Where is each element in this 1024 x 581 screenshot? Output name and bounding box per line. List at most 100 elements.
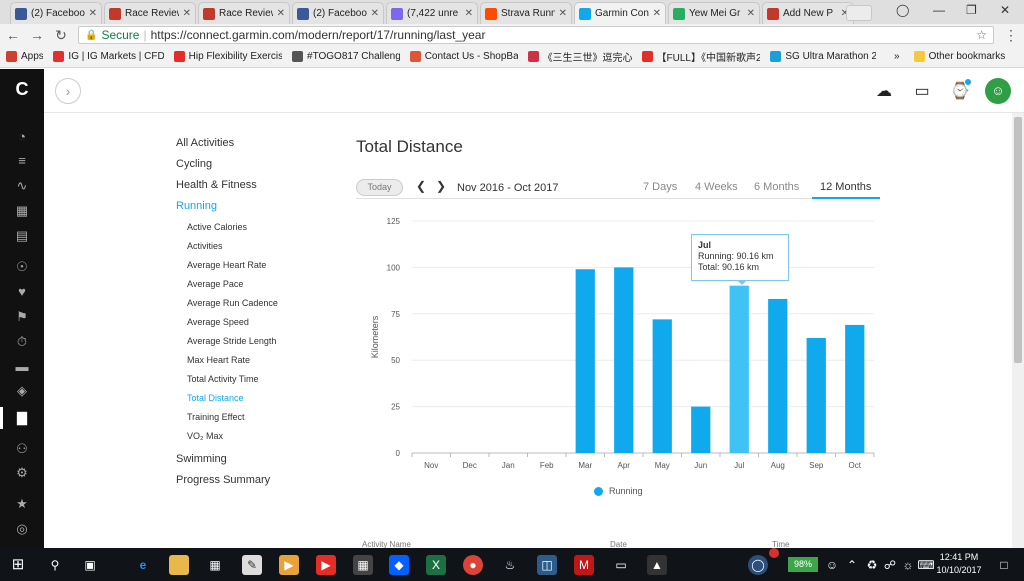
next-range-icon[interactable]: ❯ <box>436 179 446 193</box>
report-group-link[interactable]: All Activities <box>176 137 346 158</box>
report-group-link[interactable]: Running <box>176 200 346 221</box>
running-report-link[interactable]: Max Heart Rate <box>176 354 346 373</box>
back-icon[interactable]: ← <box>6 27 20 43</box>
close-tab-icon[interactable]: ✕ <box>465 8 473 19</box>
browser-tab[interactable]: (7,422 unre ✕ <box>386 2 478 24</box>
power-icon[interactable]: ☍ <box>880 555 900 575</box>
notepad-icon[interactable]: ✎ <box>242 555 262 575</box>
report-group-link[interactable]: Swimming <box>176 453 346 474</box>
media-player-icon[interactable]: ▶ <box>279 555 299 575</box>
close-tab-icon[interactable]: ✕ <box>747 8 755 19</box>
browser-tab[interactable]: Race Review ✕ <box>104 2 196 24</box>
runner-icon[interactable]: ⚑ <box>12 309 32 325</box>
bar[interactable] <box>729 285 749 453</box>
close-tab-icon[interactable]: ✕ <box>653 8 661 19</box>
layers-icon[interactable]: ≡ <box>12 153 32 169</box>
task-view-icon[interactable]: ▣ <box>80 555 100 575</box>
browser-tab[interactable]: Race Review ✕ <box>198 2 290 24</box>
keyboard-icon[interactable]: ⌨ <box>916 555 936 575</box>
browser-tab[interactable]: Strava Runn ✕ <box>480 2 572 24</box>
training-icon[interactable]: ☉ <box>12 259 32 275</box>
bookmark-item[interactable]: IG | IG Markets | CFD <box>53 49 164 64</box>
period-tab[interactable]: 6 Months <box>754 181 799 193</box>
bookmark-item[interactable]: 《三生三世》逗完心 <box>527 49 632 64</box>
scrollbar-thumb[interactable] <box>1014 117 1022 363</box>
dropbox-icon[interactable]: ◆ <box>389 555 409 575</box>
app-icon[interactable]: ◫ <box>537 555 557 575</box>
close-tab-icon[interactable]: ✕ <box>559 8 567 19</box>
bar[interactable] <box>768 298 788 453</box>
running-report-link[interactable]: Average Heart Rate <box>176 259 346 278</box>
column-time[interactable]: Time <box>772 540 789 548</box>
photos-icon[interactable]: ▲ <box>647 555 667 575</box>
bar[interactable] <box>575 269 595 453</box>
column-activity-name[interactable]: Activity Name <box>362 540 411 548</box>
wifi-icon[interactable]: ☼ <box>898 555 918 575</box>
running-report-link[interactable]: Average Pace <box>176 278 346 297</box>
garmin-logo-icon[interactable]: C <box>12 80 32 98</box>
period-tab[interactable]: 4 Weeks <box>695 181 738 193</box>
file-explorer-icon[interactable] <box>169 555 189 575</box>
browser-tab[interactable]: (2) Faceboo ✕ <box>10 2 102 24</box>
browser-tab[interactable]: Add New P ✕ <box>762 2 854 24</box>
groups-icon[interactable]: ⚙ <box>12 465 32 481</box>
url-input[interactable]: 🔒 Secure | https://connect.garmin.com/mo… <box>78 26 994 44</box>
page-scrollbar[interactable] <box>1012 113 1024 548</box>
bar[interactable] <box>652 319 672 453</box>
heart-icon[interactable]: ♥ <box>12 284 32 300</box>
browser-tab[interactable]: Garmin Con ✕ <box>574 2 666 24</box>
close-tab-icon[interactable]: ✕ <box>183 8 191 19</box>
running-report-link[interactable]: VO₂ Max <box>176 430 346 449</box>
bluetooth-icon[interactable]: ♻ <box>862 555 882 575</box>
store-icon[interactable]: ▦ <box>205 555 225 575</box>
insights-icon[interactable]: ◈ <box>12 383 32 399</box>
chrome-icon[interactable]: ● <box>463 555 483 575</box>
upload-icon[interactable]: ☁ <box>873 81 895 101</box>
challenges-icon[interactable]: ◎ <box>12 521 32 537</box>
profile-icon[interactable]: ◯ <box>896 3 909 17</box>
avatar[interactable]: ☺ <box>985 78 1011 104</box>
connections-icon[interactable]: ⚇ <box>12 441 32 457</box>
close-tab-icon[interactable]: ✕ <box>277 8 285 19</box>
close-window-icon[interactable]: ✕ <box>1000 3 1010 17</box>
other-bookmarks[interactable]: Other bookmarks <box>913 51 1005 62</box>
column-date[interactable]: Date <box>610 540 627 548</box>
period-tab[interactable]: 7 Days <box>643 181 677 193</box>
previous-range-icon[interactable]: ❮ <box>416 179 426 193</box>
inbox-icon[interactable]: ▭ <box>911 81 933 101</box>
trophy-icon[interactable]: ★ <box>12 496 32 512</box>
stopwatch-icon[interactable]: ⏱ <box>12 334 32 350</box>
close-tab-icon[interactable]: ✕ <box>371 8 379 19</box>
search-icon[interactable]: ⚲ <box>45 555 65 575</box>
running-report-link[interactable]: Total Activity Time <box>176 373 346 392</box>
people-icon[interactable]: ☺ <box>822 555 842 575</box>
report-group-link[interactable]: Health & Fitness <box>176 179 346 200</box>
new-tab-button[interactable] <box>846 5 872 21</box>
reload-icon[interactable]: ↻ <box>54 27 68 44</box>
browser-tab[interactable]: (2) Faceboo ✕ <box>292 2 384 24</box>
running-report-link[interactable]: Average Speed <box>176 316 346 335</box>
bookmarks-more-icon[interactable]: » <box>894 51 900 62</box>
bar[interactable] <box>845 324 865 453</box>
report-group-link[interactable]: Cycling <box>176 158 346 179</box>
action-center-icon[interactable]: □ <box>994 555 1014 575</box>
tray-app-icon[interactable]: ◯ <box>748 555 768 575</box>
excel-icon[interactable]: X <box>426 555 446 575</box>
menu-icon[interactable]: ⋮ <box>1004 27 1018 44</box>
dashboard-icon[interactable]: ◔ <box>12 129 32 145</box>
news-icon[interactable]: ▤ <box>12 228 32 244</box>
tablet-icon[interactable]: ▭ <box>611 555 631 575</box>
minimize-icon[interactable]: — <box>933 3 945 17</box>
browser-tab[interactable]: Yew Mei Gr ✕ <box>668 2 760 24</box>
bar[interactable] <box>691 406 711 453</box>
bookmark-item[interactable]: 【FULL】《中国新歌声2 <box>641 49 760 64</box>
bar[interactable] <box>614 267 634 453</box>
calculator-icon[interactable]: ▦ <box>353 555 373 575</box>
running-report-link[interactable]: Average Stride Length <box>176 335 346 354</box>
today-button[interactable]: Today <box>356 179 403 196</box>
bookmark-item[interactable]: #TOGO817 Challeng <box>292 49 400 64</box>
windows-start-icon[interactable]: ⊞ <box>8 555 28 575</box>
running-report-link[interactable]: Active Calories <box>176 221 346 240</box>
running-report-link[interactable]: Average Run Cadence <box>176 297 346 316</box>
chart-legend[interactable]: Running <box>594 486 643 496</box>
